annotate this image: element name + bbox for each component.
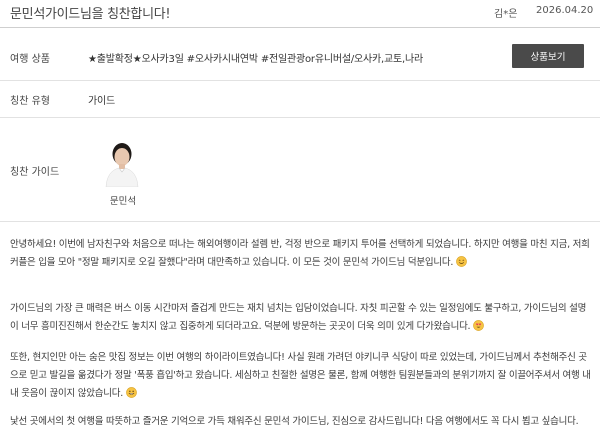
post-date: 2026.04.20 bbox=[536, 5, 594, 16]
praise-type-label: 칭찬 유형 bbox=[10, 96, 50, 107]
divider bbox=[0, 80, 600, 81]
divider bbox=[0, 221, 600, 222]
product-value: ★출발확정★오사카3일 #오사카시내연박 #전일관광or유니버설/오사카,교토,… bbox=[88, 54, 423, 65]
smile-emoji-icon bbox=[456, 256, 467, 267]
view-product-button[interactable]: 상품보기 bbox=[512, 44, 584, 68]
paragraph-text: 가이드님의 가장 큰 매력은 버스 이동 시간마저 즐겁게 만드는 재치 넘치는… bbox=[10, 303, 587, 332]
review-paragraph: 가이드님의 가장 큰 매력은 버스 이동 시간마저 즐겁게 만드는 재치 넘치는… bbox=[10, 300, 594, 336]
guide-name: 문민석 bbox=[109, 196, 137, 207]
grin-emoji-icon bbox=[125, 387, 137, 398]
divider bbox=[0, 117, 600, 118]
paragraph-text: 낯선 곳에서의 첫 여행을 따뜻하고 즐거운 기억으로 가득 채워주신 문민석 … bbox=[10, 416, 579, 427]
paragraph-text: 안녕하세요! 이번에 남자친구와 처음으로 떠나는 해외여행이라 설렘 반, 걱… bbox=[10, 239, 590, 268]
review-paragraph: 안녕하세요! 이번에 남자친구와 처음으로 떠나는 해외여행이라 설렘 반, 걱… bbox=[10, 236, 594, 272]
author-name: 김*은 bbox=[494, 9, 518, 20]
product-label: 여행 상품 bbox=[10, 54, 50, 65]
divider bbox=[0, 27, 600, 28]
praise-type-value: 가이드 bbox=[88, 96, 115, 107]
review-paragraph: 또한, 현지인만 아는 숨은 맛집 정보는 이번 여행의 하이라이트였습니다! … bbox=[10, 349, 594, 403]
page-title: 문민석가이드님을 칭찬합니다! bbox=[10, 7, 171, 22]
heart-eyes-emoji-icon bbox=[473, 320, 484, 331]
praise-guide-label: 칭찬 가이드 bbox=[10, 167, 60, 178]
review-header: 문민석가이드님을 칭찬합니다! 김*은 2026.04.20 bbox=[0, 0, 600, 26]
paragraph-text: 또한, 현지인만 아는 숨은 맛집 정보는 이번 여행의 하이라이트였습니다! … bbox=[10, 352, 591, 399]
guide-avatar bbox=[105, 143, 139, 187]
review-paragraph: 낯선 곳에서의 첫 여행을 따뜻하고 즐거운 기억으로 가득 채워주신 문민석 … bbox=[10, 413, 594, 431]
